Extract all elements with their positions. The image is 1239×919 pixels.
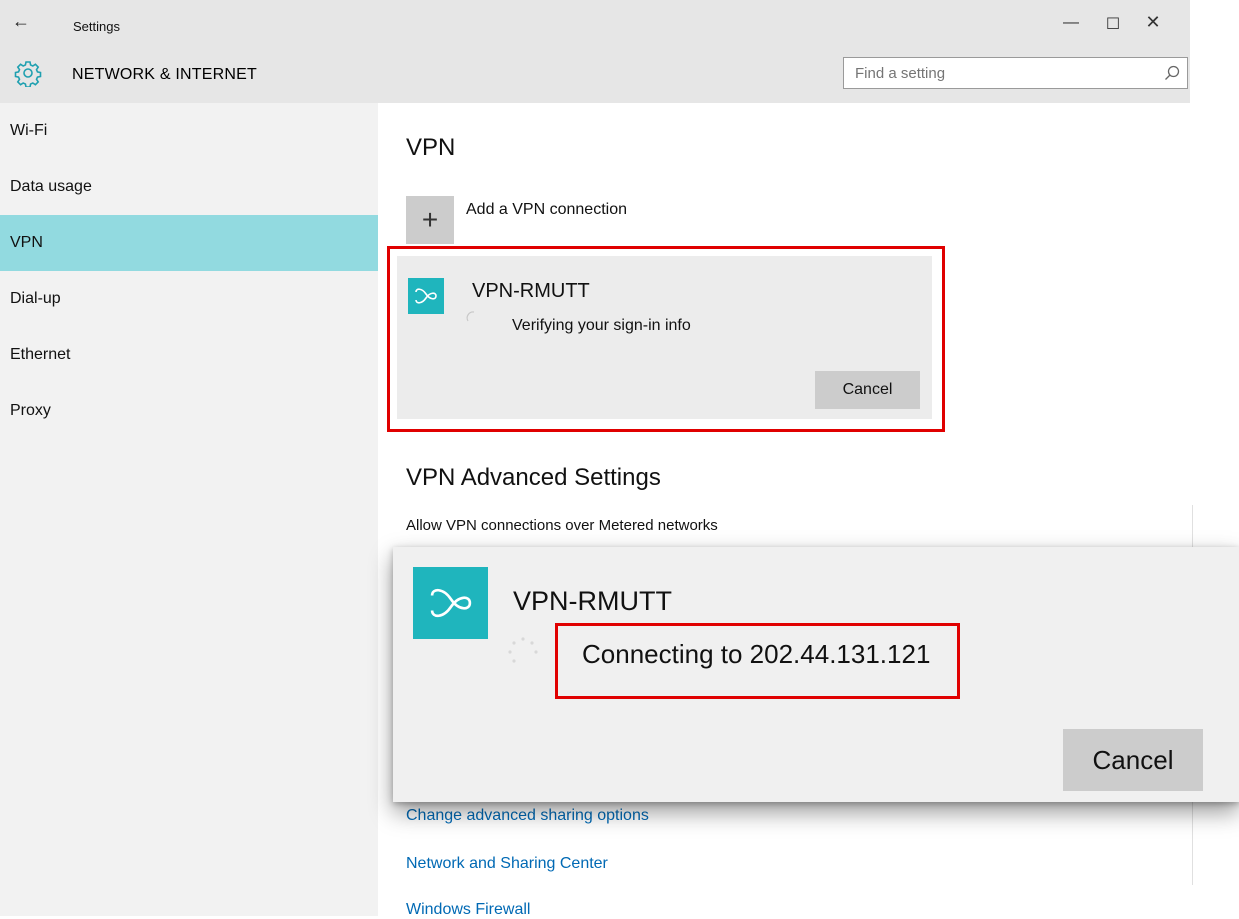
sidebar: Wi-Fi Data usage VPN Dial-up Ethernet Pr… <box>0 103 378 916</box>
search-input[interactable] <box>853 58 1157 88</box>
sidebar-item-data-usage[interactable]: Data usage <box>0 159 378 215</box>
close-button[interactable]: ✕ <box>1140 12 1166 33</box>
popup-connection-status: Connecting to 202.44.131.121 <box>582 639 931 669</box>
minimize-button[interactable]: — <box>1058 14 1084 32</box>
gear-icon <box>14 61 42 87</box>
spinner-icon <box>508 637 538 663</box>
metered-networks-label: Allow VPN connections over Metered netwo… <box>406 517 718 534</box>
vpn-connection-name: VPN-RMUTT <box>472 280 590 302</box>
maximize-button[interactable]: ☐ <box>1100 14 1126 34</box>
link-windows-firewall[interactable]: Windows Firewall <box>406 901 530 919</box>
search-icon[interactable] <box>1163 64 1181 82</box>
link-advanced-sharing[interactable]: Change advanced sharing options <box>406 807 649 825</box>
back-arrow-icon[interactable]: ← <box>12 11 30 32</box>
sidebar-item-dial-up[interactable]: Dial-up <box>0 271 378 327</box>
popup-cancel-button[interactable]: Cancel <box>1063 729 1203 791</box>
advanced-settings-heading: VPN Advanced Settings <box>406 464 661 491</box>
page-title: VPN <box>406 134 456 161</box>
cancel-button[interactable]: Cancel <box>815 371 920 409</box>
plus-icon: + <box>421 204 439 235</box>
section-title: NETWORK & INTERNET <box>72 66 257 83</box>
title-bar: ← Settings — ☐ ✕ <box>0 0 1190 50</box>
add-vpn-button[interactable]: + <box>406 196 454 244</box>
header-bar: NETWORK & INTERNET <box>0 50 1190 103</box>
sidebar-item-vpn[interactable]: VPN <box>0 215 378 271</box>
sidebar-item-ethernet[interactable]: Ethernet <box>0 327 378 383</box>
vpn-connection-status: Verifying your sign-in info <box>512 317 691 334</box>
vpn-logo-icon <box>413 567 488 639</box>
vpn-connecting-popup: VPN-RMUTT Connecting to 202.44.131.121 C… <box>393 547 1239 802</box>
vpn-connection-card[interactable]: VPN-RMUTT Verifying your sign-in info Ca… <box>397 256 932 419</box>
popup-connection-name: VPN-RMUTT <box>513 586 672 616</box>
search-box[interactable] <box>843 57 1188 89</box>
vpn-logo-icon <box>408 278 444 314</box>
sidebar-item-wifi[interactable]: Wi-Fi <box>0 103 378 159</box>
window-title: Settings <box>73 19 120 34</box>
add-vpn-label[interactable]: Add a VPN connection <box>466 201 627 219</box>
link-network-sharing-center[interactable]: Network and Sharing Center <box>406 855 608 873</box>
sidebar-item-proxy[interactable]: Proxy <box>0 383 378 439</box>
spinner-icon <box>466 311 475 322</box>
